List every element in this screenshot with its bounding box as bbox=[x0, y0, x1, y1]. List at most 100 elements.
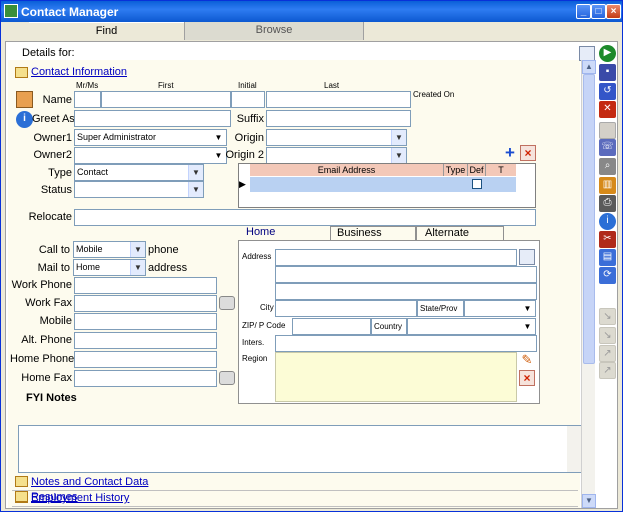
suffix-field[interactable] bbox=[266, 110, 411, 127]
form-scrollbar[interactable]: ▲ ▼ bbox=[581, 60, 596, 508]
call-to-select[interactable]: Mobile ▼ bbox=[73, 241, 146, 258]
row-pointer-icon: ▶ bbox=[239, 179, 246, 189]
zip-field[interactable] bbox=[292, 318, 371, 335]
save-icon[interactable]: ▪ bbox=[599, 64, 616, 81]
pin-icon[interactable]: ✎ bbox=[519, 352, 535, 368]
work-fax-label: Work Fax bbox=[25, 297, 72, 309]
owner2-label: Owner2 bbox=[33, 149, 72, 161]
owner2-select[interactable]: ▼ bbox=[74, 147, 227, 164]
call-to-label: Call to bbox=[38, 244, 70, 256]
relocate-label: Relocate bbox=[28, 211, 72, 223]
initial-field[interactable] bbox=[231, 91, 265, 108]
state-select[interactable]: ▼ bbox=[464, 300, 536, 317]
tab-business-address[interactable]: Business bbox=[330, 226, 416, 240]
delete-email-icon[interactable]: × bbox=[520, 145, 536, 161]
fax-machine-icon[interactable] bbox=[219, 371, 235, 385]
scroll-down-icon[interactable]: ▼ bbox=[582, 494, 596, 508]
email-def-header[interactable]: Def bbox=[468, 164, 486, 176]
type-label: Type bbox=[48, 167, 72, 179]
home-phone-field[interactable] bbox=[74, 351, 217, 368]
last-header: Last bbox=[324, 81, 340, 90]
previous-record-icon[interactable]: ↘ bbox=[599, 327, 616, 344]
city-label: City bbox=[260, 303, 274, 312]
mobile-label: Mobile bbox=[39, 315, 72, 327]
refresh-icon[interactable]: ⟳ bbox=[599, 267, 616, 284]
resumes-link[interactable]: Resumes bbox=[31, 491, 77, 503]
work-fax-field[interactable] bbox=[74, 295, 217, 312]
status-select[interactable]: ▼ bbox=[74, 181, 204, 198]
document-icon[interactable]: ▤ bbox=[599, 249, 616, 266]
app-icon bbox=[4, 4, 18, 18]
maximize-button[interactable]: □ bbox=[591, 4, 606, 19]
origin-label: Origin bbox=[234, 132, 264, 144]
default-checkbox[interactable] bbox=[472, 179, 482, 189]
last-record-icon[interactable]: ↗ bbox=[599, 362, 616, 379]
last-name-field[interactable] bbox=[266, 91, 411, 108]
close-button[interactable]: × bbox=[606, 4, 621, 19]
divider bbox=[12, 490, 578, 491]
phone-icon[interactable]: ☏ bbox=[599, 139, 616, 156]
email-t-header[interactable]: T bbox=[486, 164, 516, 176]
next-record-icon[interactable]: ↗ bbox=[599, 345, 616, 362]
search-icon[interactable]: ⌕ bbox=[599, 158, 616, 175]
state-label: State/Prov bbox=[417, 300, 464, 317]
email-grid: Email Address Type Def T ▶ bbox=[238, 163, 536, 208]
address-lookup-icon[interactable] bbox=[519, 249, 535, 265]
info-icon[interactable]: i bbox=[16, 111, 33, 128]
city-field[interactable] bbox=[275, 300, 417, 317]
fyi-notes-field[interactable] bbox=[18, 425, 582, 473]
email-address-header[interactable]: Email Address bbox=[250, 164, 444, 176]
owner1-value: Super Administrator bbox=[77, 132, 157, 142]
first-record-icon[interactable]: ↘ bbox=[599, 308, 616, 325]
add-email-icon[interactable]: + bbox=[502, 144, 518, 161]
first-name-field[interactable] bbox=[101, 91, 231, 108]
type-select[interactable]: Contact ▼ bbox=[74, 164, 204, 181]
tab-find[interactable]: Find bbox=[29, 22, 184, 40]
info-icon[interactable]: i bbox=[599, 213, 616, 230]
go-icon[interactable]: ▶ bbox=[599, 45, 616, 62]
scroll-up-icon[interactable]: ▲ bbox=[582, 60, 596, 74]
fax-machine-icon[interactable] bbox=[219, 296, 235, 310]
contact-information-link[interactable]: Contact Information bbox=[31, 66, 127, 78]
home-fax-field[interactable] bbox=[74, 370, 217, 387]
blank-button[interactable] bbox=[599, 122, 616, 139]
country-select[interactable]: ▼ bbox=[407, 318, 536, 335]
address-line1-field[interactable] bbox=[275, 249, 517, 266]
mrms-field[interactable] bbox=[74, 91, 101, 108]
tab-alternate-address[interactable]: Alternate bbox=[416, 226, 504, 240]
owner1-label: Owner1 bbox=[33, 132, 72, 144]
minimize-button[interactable]: _ bbox=[576, 4, 591, 19]
owner1-select[interactable]: Super Administrator ▼ bbox=[74, 129, 227, 146]
tab-home-address[interactable]: Home bbox=[244, 226, 330, 240]
relocate-field[interactable] bbox=[74, 209, 536, 226]
details-lookup-icon[interactable] bbox=[579, 46, 595, 61]
chart-icon[interactable]: ▥ bbox=[599, 177, 616, 194]
chevron-down-icon: ▼ bbox=[391, 148, 406, 163]
contact-card-icon[interactable] bbox=[16, 91, 33, 108]
origin2-select[interactable]: ▼ bbox=[266, 147, 407, 164]
origin-select[interactable]: ▼ bbox=[266, 129, 407, 146]
address-line2-field[interactable] bbox=[275, 266, 537, 283]
notes-scrollbar[interactable] bbox=[567, 426, 581, 472]
undo-icon[interactable]: ↺ bbox=[599, 83, 616, 100]
work-phone-field[interactable] bbox=[74, 277, 217, 294]
alt-phone-field[interactable] bbox=[74, 332, 217, 349]
delete-icon[interactable]: ✕ bbox=[599, 101, 616, 118]
region-area[interactable] bbox=[275, 352, 517, 402]
print-icon[interactable]: ⎙ bbox=[599, 195, 616, 212]
type-value: Contact bbox=[77, 167, 109, 177]
scroll-thumb[interactable] bbox=[583, 74, 595, 364]
greet-as-field[interactable] bbox=[74, 110, 231, 127]
section-icon bbox=[15, 67, 28, 78]
mail-to-select[interactable]: Home ▼ bbox=[73, 259, 146, 276]
inters-field[interactable] bbox=[275, 335, 537, 352]
mobile-field[interactable] bbox=[74, 313, 217, 330]
notes-and-contact-data-link[interactable]: Notes and Contact Data bbox=[31, 476, 148, 488]
delete-region-icon[interactable]: × bbox=[519, 370, 535, 386]
email-type-header[interactable]: Type bbox=[444, 164, 468, 176]
tool-icon[interactable]: ✂ bbox=[599, 231, 616, 248]
mail-to-value: Home bbox=[76, 262, 101, 272]
address-line3-field[interactable] bbox=[275, 283, 537, 300]
region-label: Region bbox=[242, 354, 268, 363]
tab-browse[interactable]: Browse bbox=[184, 22, 364, 40]
